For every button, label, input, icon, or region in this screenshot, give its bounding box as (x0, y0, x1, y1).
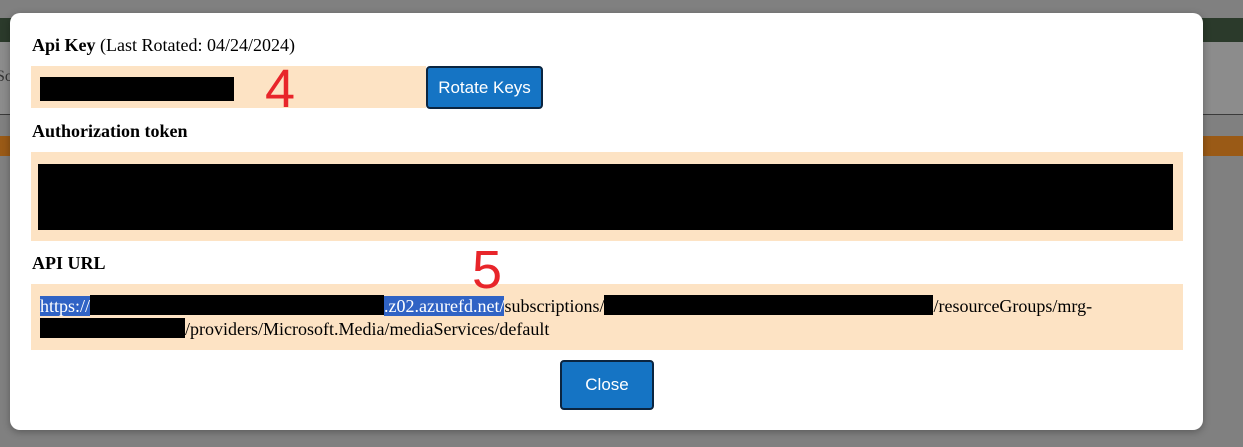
redacted-resource-group (40, 318, 185, 338)
rotate-keys-button[interactable]: Rotate Keys (426, 66, 543, 109)
url-providers: /providers/Microsoft.Media/mediaServices… (185, 319, 550, 339)
url-scheme: https:// (40, 296, 91, 316)
api-key-heading: Api Key (Last Rotated: 04/24/2024) (32, 35, 295, 56)
redacted-subscription-id (604, 295, 934, 315)
url-subscriptions: subscriptions/ (504, 296, 605, 316)
url-resource-groups: /resourceGroups/mrg- (933, 296, 1093, 316)
api-url-heading: API URL (32, 253, 106, 274)
api-key-modal: Api Key (Last Rotated: 04/24/2024) Rotat… (10, 13, 1203, 430)
auth-token-field[interactable] (31, 152, 1183, 241)
annotation-marker-4: 4 (265, 59, 296, 119)
api-key-label: Api Key (32, 35, 96, 55)
redacted-api-key (40, 77, 234, 101)
api-key-field[interactable] (31, 66, 426, 108)
annotation-marker-5: 5 (472, 240, 503, 300)
redacted-url-host (90, 295, 385, 315)
auth-token-label: Authorization token (32, 121, 188, 141)
api-url-label: API URL (32, 253, 106, 273)
api-url-text[interactable]: https://.z02.azurefd.net/subscriptions//… (40, 284, 1165, 341)
close-button[interactable]: Close (560, 360, 654, 410)
last-rotated-note: (Last Rotated: 04/24/2024) (100, 35, 295, 55)
redacted-auth-token (38, 164, 1173, 230)
auth-token-heading: Authorization token (32, 121, 188, 142)
